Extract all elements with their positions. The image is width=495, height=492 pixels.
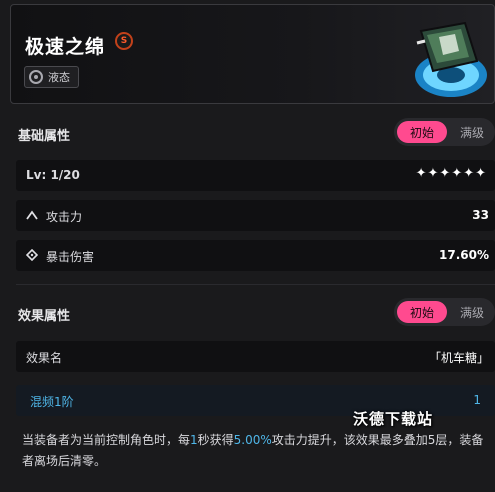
desc-highlight: 1 bbox=[190, 433, 198, 447]
tier-label: 混频1阶 bbox=[30, 395, 74, 409]
stat-value: 33 bbox=[472, 208, 489, 222]
effect-attributes-title: 效果属性 bbox=[18, 309, 71, 324]
base-attributes-header: 基础属性 初始 满级 bbox=[0, 118, 495, 148]
liquid-type-icon bbox=[29, 70, 43, 84]
disc-artwork-icon bbox=[415, 21, 487, 97]
stat-label: 攻击力 bbox=[46, 210, 83, 224]
attack-arrow-icon bbox=[26, 210, 38, 220]
effect-name-label: 效果名 bbox=[26, 351, 63, 365]
stat-row-crit-damage: 暴击伤害 17.60% bbox=[16, 240, 495, 271]
type-label: 液态 bbox=[48, 71, 70, 84]
item-header: 极速之绵 S 液态 bbox=[10, 4, 495, 104]
effect-name-value: 「机车糖」 bbox=[428, 351, 489, 365]
stat-row-attack: 攻击力 33 bbox=[16, 200, 495, 231]
desc-text: 当装备者为当前控制角色时，每 bbox=[22, 433, 191, 447]
crit-diamond-icon bbox=[26, 249, 38, 261]
desc-highlight: 5.00% bbox=[233, 433, 272, 447]
rank-s-icon: S bbox=[115, 32, 133, 50]
toggle-max-button[interactable]: 满级 bbox=[452, 121, 492, 143]
toggle-initial-button[interactable]: 初始 bbox=[397, 301, 447, 323]
base-attributes-title: 基础属性 bbox=[18, 129, 71, 144]
toggle-initial-button[interactable]: 初始 bbox=[397, 121, 447, 143]
stat-value: 17.60% bbox=[439, 248, 489, 262]
toggle-max-button[interactable]: 满级 bbox=[452, 301, 492, 323]
section-divider bbox=[16, 284, 495, 285]
effect-attributes-header: 效果属性 初始 满级 bbox=[0, 298, 495, 328]
item-title: 极速之绵 bbox=[25, 36, 106, 58]
watermark: 沃德下载站 bbox=[353, 410, 434, 428]
level-text: Lv: 1/20 bbox=[26, 168, 80, 182]
type-badge: 液态 bbox=[24, 66, 79, 88]
effect-level-toggle[interactable]: 初始 满级 bbox=[394, 298, 495, 326]
level-row: Lv: 1/20 ✦✦✦✦✦✦ bbox=[16, 160, 495, 191]
effect-description: 当装备者为当前控制角色时，每1秒获得5.00%攻击力提升，该效果最多叠加5层，装… bbox=[22, 430, 492, 472]
effect-name-row: 效果名 「机车糖」 bbox=[16, 341, 495, 372]
base-level-toggle[interactable]: 初始 满级 bbox=[394, 118, 495, 146]
desc-text: 秒获得 bbox=[197, 433, 234, 447]
rank-glyph: S bbox=[120, 36, 128, 46]
stat-label: 暴击伤害 bbox=[46, 250, 95, 264]
tier-value: 1 bbox=[473, 393, 481, 407]
star-rating: ✦✦✦✦✦✦ bbox=[415, 166, 487, 181]
